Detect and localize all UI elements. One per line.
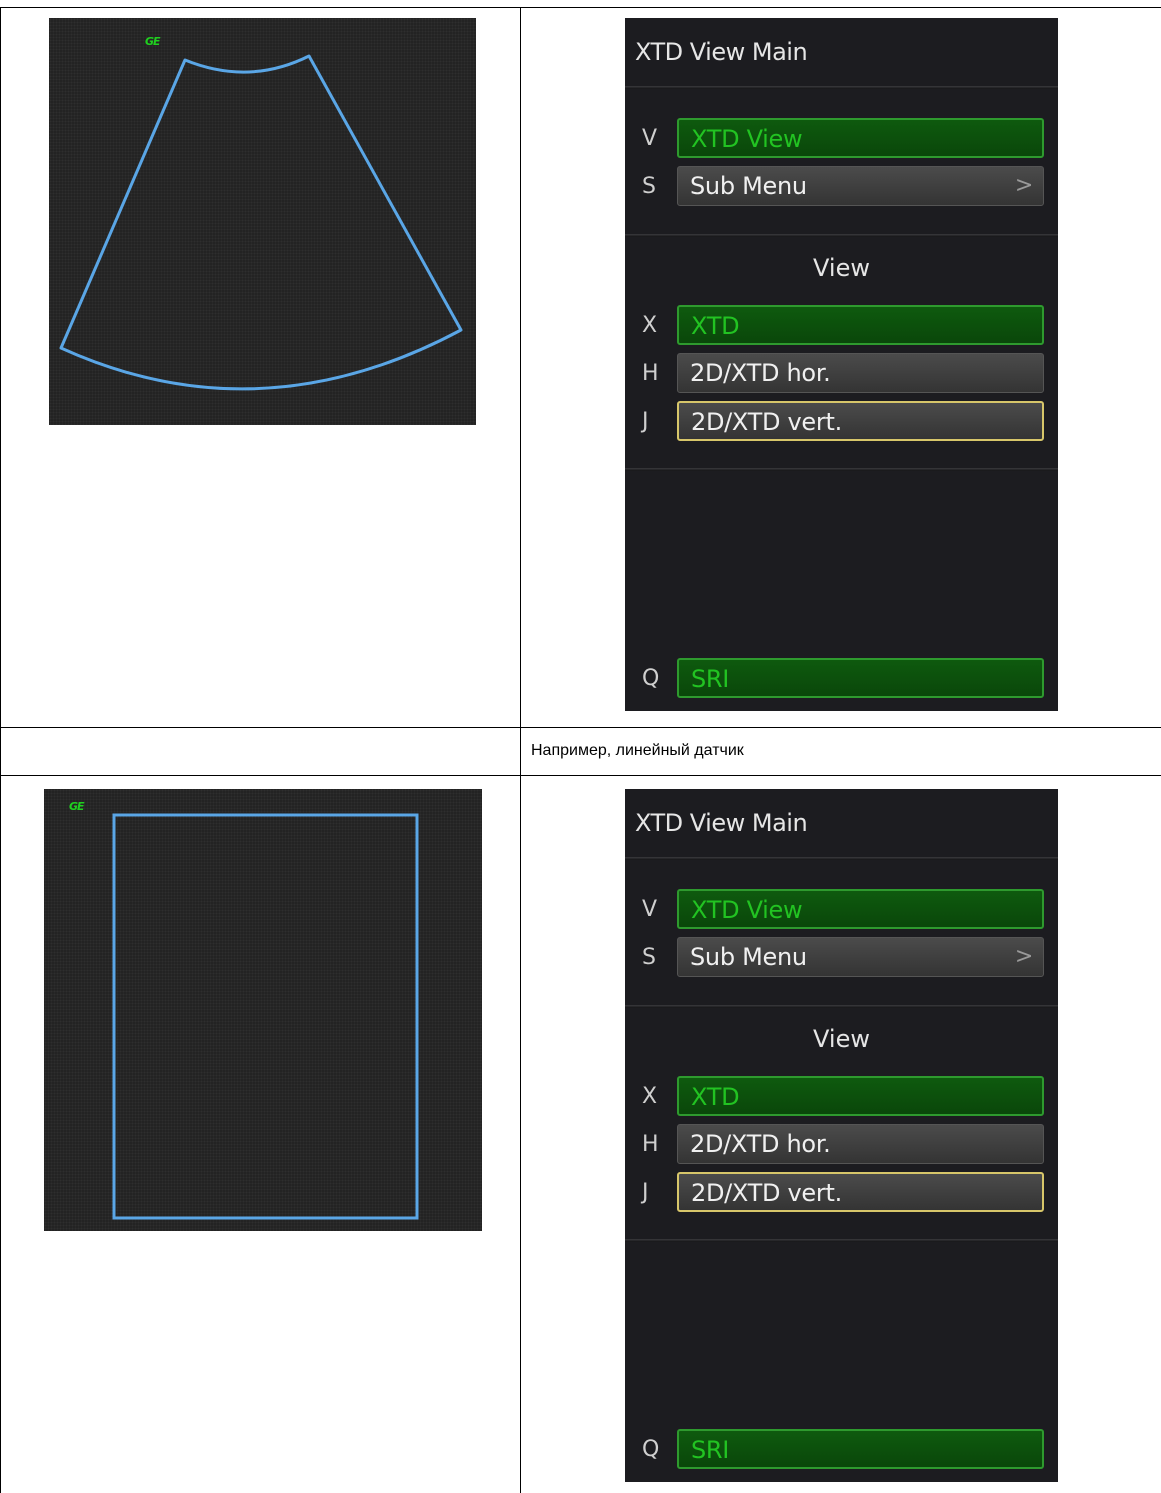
sri-button[interactable]: SRI bbox=[677, 1429, 1044, 1469]
shortcut-key: Q bbox=[642, 1437, 660, 1462]
menu-row: S Sub Menu > bbox=[625, 937, 1058, 979]
shortcut-key: V bbox=[642, 897, 658, 922]
menu-row: S Sub Menu > bbox=[625, 166, 1058, 208]
panel-title: XTD View Main bbox=[635, 809, 808, 837]
xtd-view-button[interactable]: XTD View bbox=[677, 118, 1044, 158]
table-border-left bbox=[0, 7, 1, 1493]
chevron-right-icon: > bbox=[1014, 173, 1033, 198]
shortcut-key: J bbox=[642, 409, 649, 434]
shortcut-key: S bbox=[642, 174, 656, 199]
sub-menu-label: Sub Menu bbox=[690, 172, 807, 200]
panel-separator bbox=[625, 1239, 1058, 1242]
sri-button[interactable]: SRI bbox=[677, 658, 1044, 698]
xtd-button[interactable]: XTD bbox=[677, 305, 1044, 345]
sub-menu-button[interactable]: Sub Menu > bbox=[677, 937, 1044, 977]
menu-row: Q SRI bbox=[625, 658, 1058, 700]
panel-separator bbox=[625, 857, 1058, 860]
shortcut-key: S bbox=[642, 945, 656, 970]
table-border-top bbox=[0, 7, 1161, 8]
sector-outline bbox=[59, 54, 463, 391]
menu-row: X XTD bbox=[625, 305, 1058, 347]
table-column-divider bbox=[520, 7, 521, 1493]
menu-row: J 2D/XTD vert. bbox=[625, 1172, 1058, 1214]
ultrasound-image-linear: GE bbox=[44, 789, 482, 1231]
table-row-divider bbox=[0, 727, 1161, 728]
shortcut-key: X bbox=[642, 313, 658, 338]
shortcut-key: J bbox=[642, 1180, 649, 1205]
chevron-right-icon: > bbox=[1014, 944, 1033, 969]
2d-xtd-vert-button[interactable]: 2D/XTD vert. bbox=[677, 1172, 1044, 1212]
xtd-button[interactable]: XTD bbox=[677, 1076, 1044, 1116]
panel-title: XTD View Main bbox=[635, 38, 808, 66]
menu-row: V XTD View bbox=[625, 118, 1058, 160]
menu-row: Q SRI bbox=[625, 1429, 1058, 1471]
shortcut-key: Q bbox=[642, 666, 660, 691]
menu-row: J 2D/XTD vert. bbox=[625, 401, 1058, 443]
shortcut-key: V bbox=[642, 126, 658, 151]
view-section-title: View bbox=[813, 254, 870, 282]
shortcut-key: X bbox=[642, 1084, 658, 1109]
menu-row: X XTD bbox=[625, 1076, 1058, 1118]
panel-separator bbox=[625, 234, 1058, 237]
control-panel: XTD View Main V XTD View S Sub Menu > Vi… bbox=[625, 789, 1058, 1482]
table-row-divider bbox=[0, 775, 1161, 776]
menu-row: H 2D/XTD hor. bbox=[625, 1124, 1058, 1166]
view-section-title: View bbox=[813, 1025, 870, 1053]
ultrasound-image-sector: GE bbox=[49, 18, 476, 425]
2d-xtd-vert-button[interactable]: 2D/XTD vert. bbox=[677, 401, 1044, 441]
panel-separator bbox=[625, 1005, 1058, 1008]
panel-separator bbox=[625, 468, 1058, 471]
shortcut-key: H bbox=[642, 361, 659, 386]
sub-menu-label: Sub Menu bbox=[690, 943, 807, 971]
caption-text: Например, линейный датчик bbox=[531, 742, 744, 759]
menu-row: H 2D/XTD hor. bbox=[625, 353, 1058, 395]
shortcut-key: H bbox=[642, 1132, 659, 1157]
xtd-view-button[interactable]: XTD View bbox=[677, 889, 1044, 929]
2d-xtd-hor-button[interactable]: 2D/XTD hor. bbox=[677, 353, 1044, 393]
linear-outline bbox=[112, 813, 419, 1220]
2d-xtd-hor-button[interactable]: 2D/XTD hor. bbox=[677, 1124, 1044, 1164]
menu-row: V XTD View bbox=[625, 889, 1058, 931]
panel-separator bbox=[625, 86, 1058, 89]
control-panel: XTD View Main V XTD View S Sub Menu > Vi… bbox=[625, 18, 1058, 711]
sub-menu-button[interactable]: Sub Menu > bbox=[677, 166, 1044, 206]
